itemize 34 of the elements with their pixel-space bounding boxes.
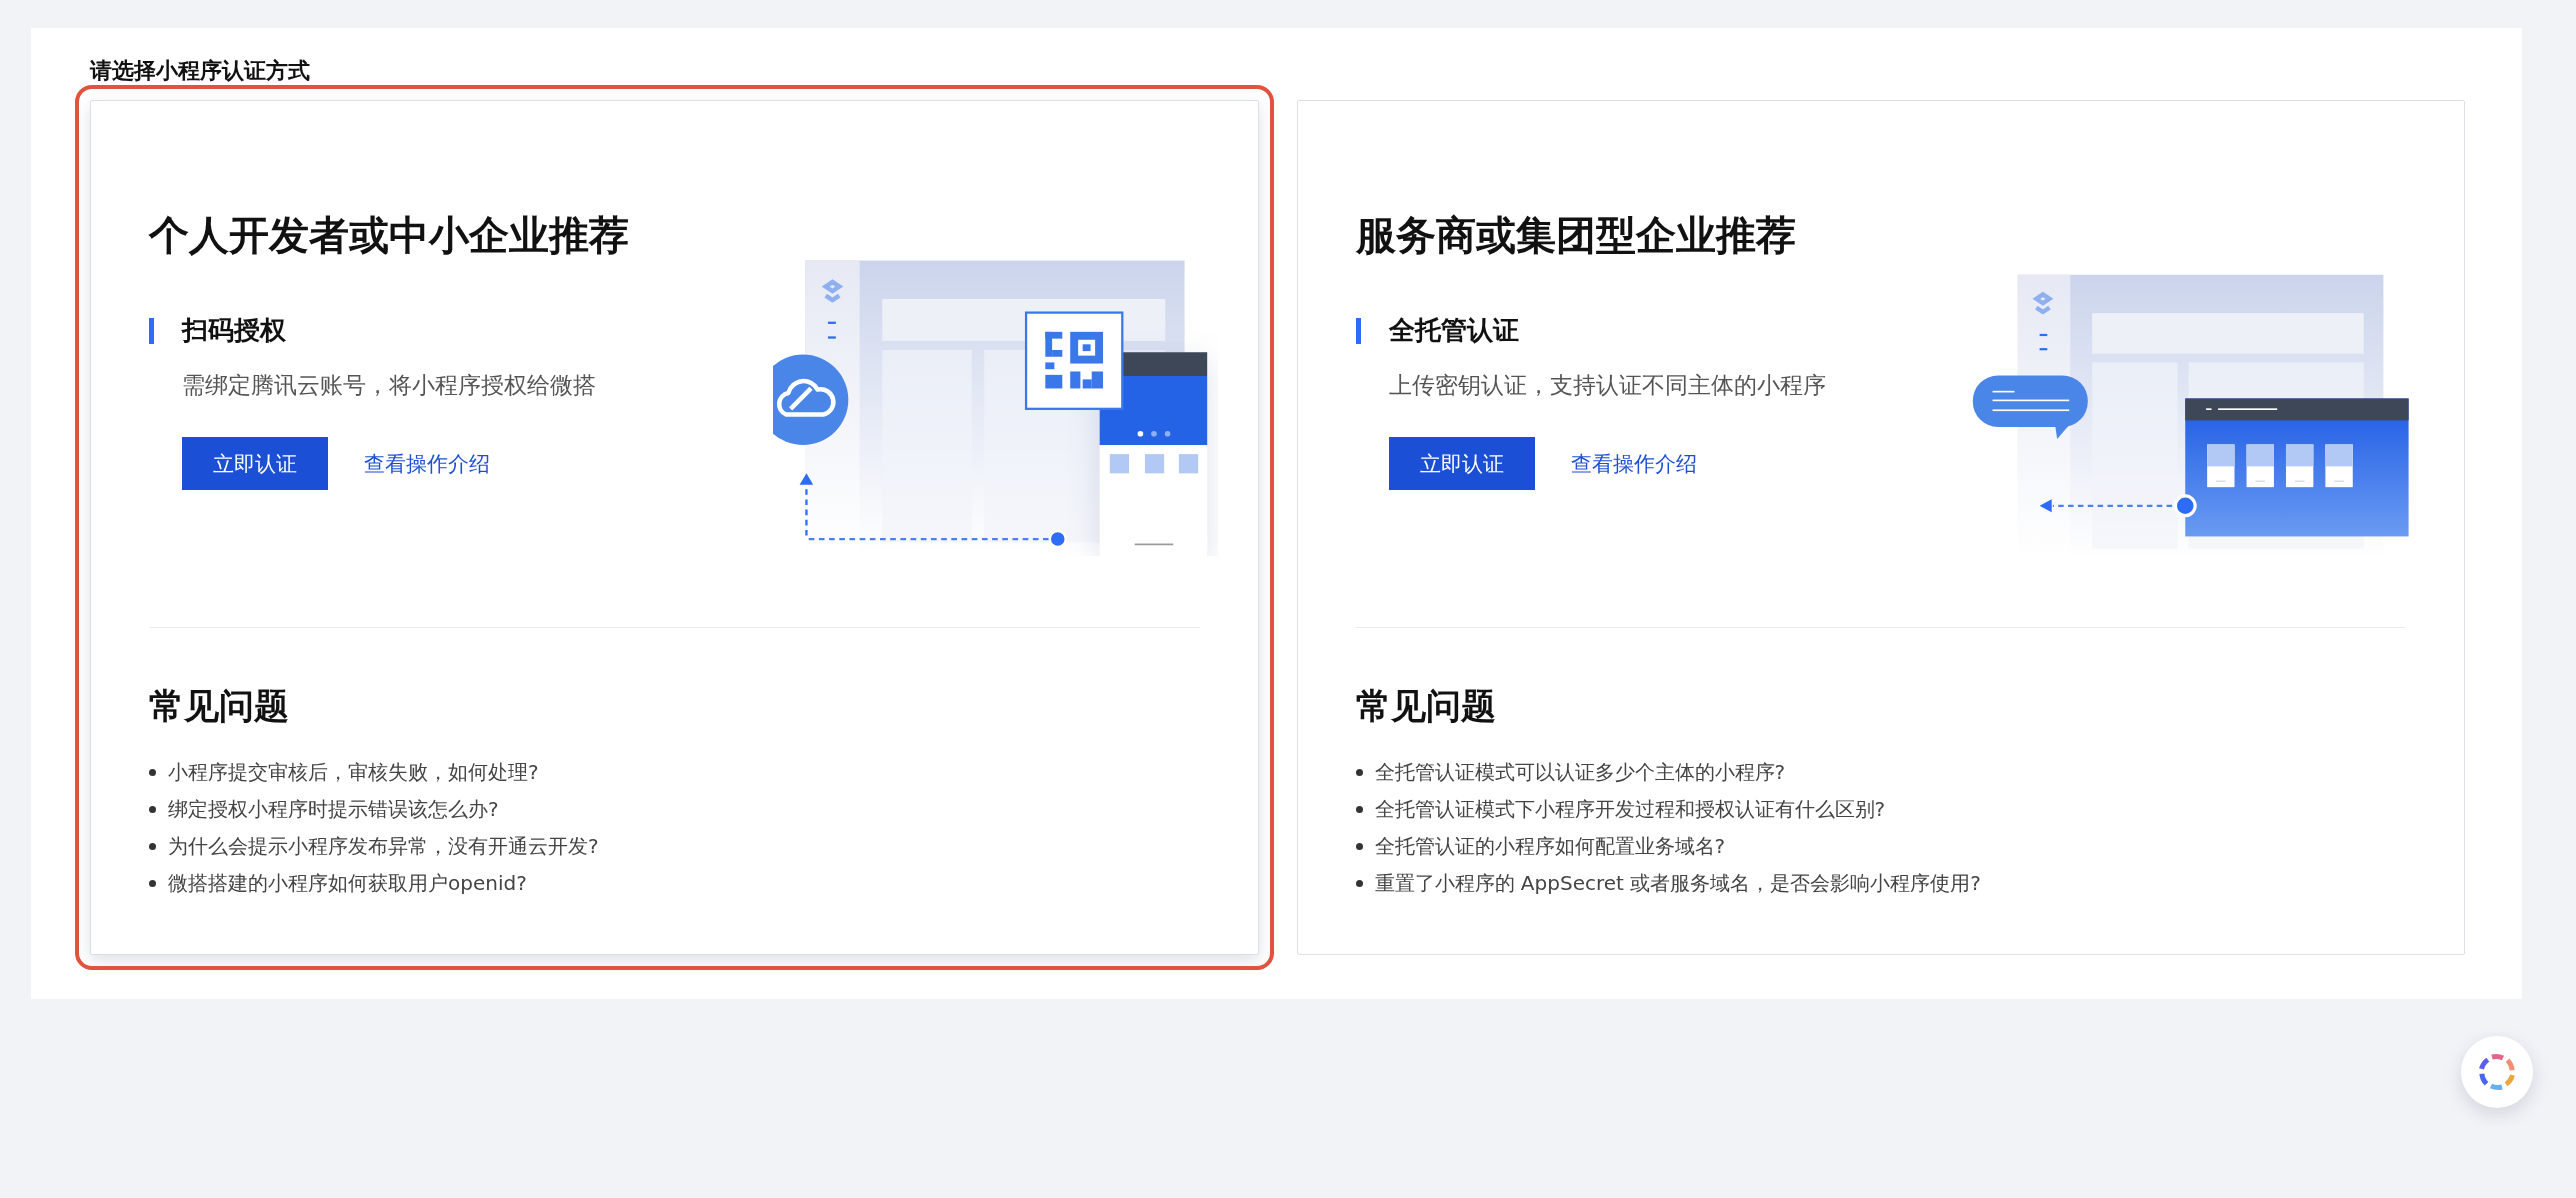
faq-link[interactable]: 小程序提交审核后，审核失败，如何处理? bbox=[168, 759, 539, 786]
option-card[interactable]: 服务商或集团型企业推荐 全托管认证 上传密钥认证，支持认证不同主体的小程序 立即认证 查看操作介绍 常见问题 全托管认证模式可以认证多少个主体的小程序? 全托管认证模式下小程序开发过程和授权认证有什么区别? 全托管认证的小程序如何配置业务域名? 重置了小程序的 AppSecret 或者服务域名，是否会影响小程序使用? bbox=[1296, 100, 2465, 955]
faq-link[interactable]: 微搭搭建的小程序如何获取用户openid? bbox=[168, 870, 527, 897]
bullet-icon bbox=[149, 880, 156, 887]
bullet-icon bbox=[149, 769, 156, 776]
card-title: 个人开发者或中小企业推荐 bbox=[149, 211, 629, 259]
verify-button[interactable]: 立即认证 bbox=[1388, 437, 1535, 490]
bullet-icon bbox=[149, 843, 156, 850]
faq-link[interactable]: 绑定授权小程序时提示错误该怎么办? bbox=[168, 796, 499, 823]
faq-link[interactable]: 重置了小程序的 AppSecret 或者服务域名，是否会影响小程序使用? bbox=[1374, 870, 1981, 897]
faq-link[interactable]: 全托管认证模式可以认证多少个主体的小程序? bbox=[1374, 759, 1786, 786]
bullet-icon bbox=[1355, 806, 1363, 813]
faq-link[interactable]: 全托管认证的小程序如何配置业务域名? bbox=[1374, 833, 1726, 860]
bullet-icon bbox=[1355, 843, 1363, 850]
guide-link[interactable]: 查看操作介绍 bbox=[1570, 449, 1697, 478]
card-title: 服务商或集团型企业推荐 bbox=[1355, 211, 1797, 259]
method-title: 全托管认证 bbox=[1388, 314, 1519, 347]
faq-title: 常见问题 bbox=[149, 685, 290, 728]
guide-link[interactable]: 查看操作介绍 bbox=[364, 449, 490, 478]
faq-link[interactable]: 全托管认证模式下小程序开发过程和授权认证有什么区别? bbox=[1374, 796, 1886, 823]
section-heading: 请选择小程序认证方式 bbox=[90, 57, 311, 85]
faq-title: 常见问题 bbox=[1355, 685, 1497, 728]
method-description: 上传密钥认证，支持认证不同主体的小程序 bbox=[1388, 371, 1826, 400]
verify-button[interactable]: 立即认证 bbox=[182, 437, 328, 490]
option-card[interactable]: 个人开发者或中小企业推荐 扫码授权 需绑定腾讯云账号，将小程序授权给微搭 立即认证 查看操作介绍 常见问题 小程序提交审核后，审核失败，如何处理? 绑定授权小程序时提示错误该怎么办? 为什么会提示小程序发布异常，没有开通云开发? 微搭搭建的小程序如何获取用户openid? bbox=[90, 100, 1259, 955]
pinwheel-logo-icon bbox=[2477, 1052, 2517, 1092]
method-description: 需绑定腾讯云账号，将小程序授权给微搭 bbox=[182, 371, 597, 400]
accent-bar bbox=[149, 317, 154, 344]
method-title: 扫码授权 bbox=[182, 314, 286, 347]
accent-bar bbox=[1355, 317, 1361, 344]
bullet-icon bbox=[1355, 880, 1363, 887]
faq-link[interactable]: 为什么会提示小程序发布异常，没有开通云开发? bbox=[168, 833, 599, 860]
bullet-icon bbox=[1355, 769, 1363, 776]
bullet-icon bbox=[149, 806, 156, 813]
